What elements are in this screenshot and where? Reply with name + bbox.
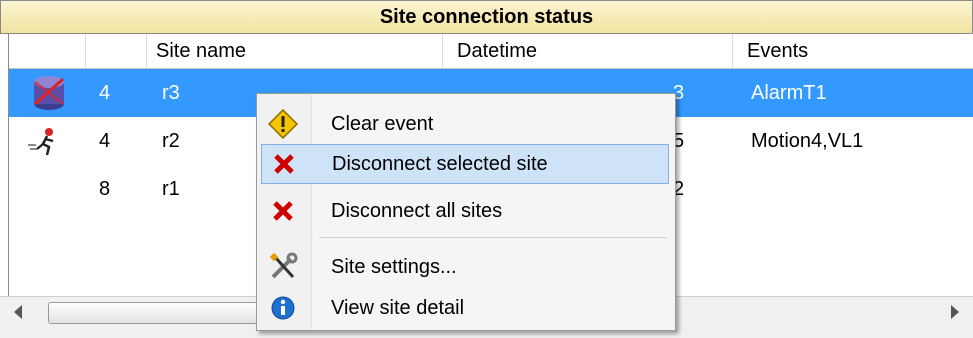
events-value: AlarmT1 [751,82,827,104]
red-x-icon [268,148,300,180]
column-separator [85,34,86,68]
events-value: Motion4,VL1 [751,130,864,152]
menu-item-clear-event[interactable]: Clear event [259,104,669,144]
context-menu: Clear event Disconnect selected site Dis… [256,93,676,331]
site-name: r2 [162,130,180,152]
site-count: 4 [99,130,111,152]
tools-icon [267,251,299,283]
grid-header: Site name Datetime Events [9,34,973,69]
menu-item-label: Disconnect all sites [331,200,503,222]
running-man-icon [27,127,61,157]
site-connection-panel: Site connection status Site name Datetim… [0,0,973,331]
menu-item-disconnect-all[interactable]: Disconnect all sites [259,191,669,231]
menu-item-label: Clear event [331,113,434,135]
scroll-right-icon[interactable] [951,305,959,319]
red-x-icon [267,195,299,227]
scroll-left-icon[interactable] [14,305,22,319]
column-separator [146,34,147,68]
menu-item-site-settings[interactable]: Site settings... [259,247,669,287]
info-icon [267,292,299,324]
site-name: r1 [162,178,180,200]
site-count: 4 [99,82,111,104]
panel-title: Site connection status [0,0,973,34]
menu-item-view-site-detail[interactable]: View site detail [259,288,669,328]
site-name: r3 [162,82,180,104]
column-header-site-name[interactable]: Site name [156,34,246,68]
menu-item-disconnect-selected[interactable]: Disconnect selected site [261,144,669,184]
column-header-events[interactable]: Events [747,34,808,68]
menu-item-label: View site detail [331,297,465,319]
site-count: 8 [99,178,111,200]
menu-item-label: Disconnect selected site [332,153,548,175]
column-header-datetime[interactable]: Datetime [457,34,537,68]
column-separator [732,34,733,68]
column-separator [442,34,443,68]
menu-item-label: Site settings... [331,256,457,278]
database-icon [29,74,69,112]
warning-icon [267,108,299,140]
menu-separator [319,237,667,238]
